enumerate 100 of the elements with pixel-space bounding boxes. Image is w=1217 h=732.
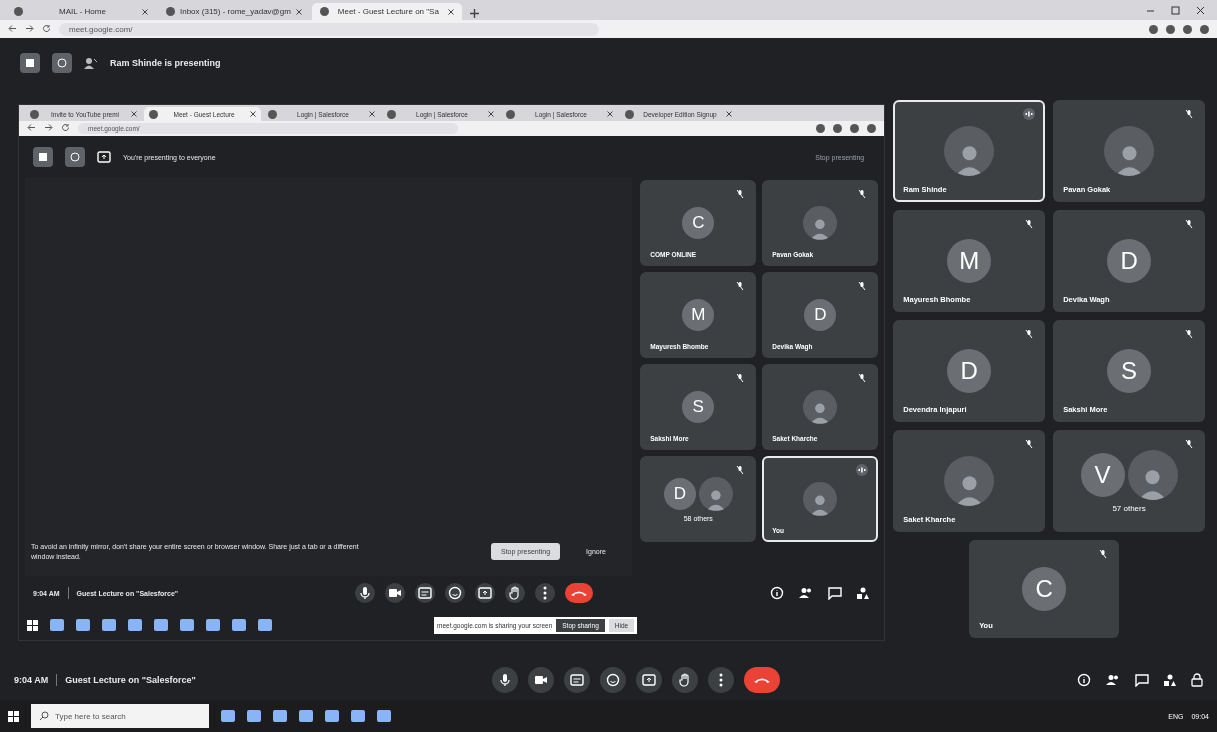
chat-button[interactable] bbox=[1135, 673, 1149, 687]
microphone-icon bbox=[359, 586, 372, 600]
captions-button[interactable] bbox=[564, 667, 591, 693]
emoji-icon bbox=[606, 673, 621, 687]
new-tab-icon bbox=[469, 9, 479, 18]
profile-photo-placeholder bbox=[803, 482, 838, 516]
avatar-initial: S bbox=[1107, 349, 1152, 393]
raise-hand-button[interactable] bbox=[672, 667, 699, 693]
close-button[interactable] bbox=[1196, 5, 1205, 15]
layout-icon bbox=[25, 58, 35, 68]
activities-icon bbox=[1163, 673, 1177, 687]
browser-tab[interactable]: Inbox (315) - rome_yadav@gm bbox=[158, 3, 310, 20]
tab-favicon bbox=[268, 109, 277, 119]
layout-button[interactable] bbox=[20, 53, 40, 73]
pin-button[interactable] bbox=[52, 53, 72, 73]
reload-button[interactable] bbox=[61, 123, 70, 134]
profile-photo-placeholder bbox=[698, 476, 733, 511]
forward-icon bbox=[25, 23, 34, 33]
captions-icon bbox=[418, 587, 433, 599]
camera-button[interactable] bbox=[528, 667, 555, 693]
reload-button[interactable] bbox=[42, 23, 51, 35]
reload-icon bbox=[42, 23, 51, 33]
profile-photo-placeholder bbox=[1104, 126, 1155, 176]
meeting-details-button[interactable] bbox=[1077, 673, 1091, 687]
maximize-button[interactable] bbox=[1171, 5, 1180, 15]
meeting-title: Guest Lecture on "Salesforce" bbox=[65, 675, 196, 685]
more-options-icon bbox=[543, 586, 548, 600]
people-button[interactable] bbox=[1105, 674, 1121, 686]
windows-logo-icon bbox=[27, 619, 38, 631]
forward-icon bbox=[44, 123, 53, 132]
profile-photo-placeholder bbox=[803, 390, 838, 424]
more-options-icon bbox=[719, 673, 724, 687]
camera-icon bbox=[388, 588, 403, 598]
back-icon bbox=[27, 123, 36, 132]
microphone-button[interactable] bbox=[355, 583, 376, 603]
meeting-time: 9:04 AM bbox=[14, 675, 49, 685]
present-button[interactable] bbox=[636, 667, 663, 693]
meeting-details-icon bbox=[1077, 673, 1091, 687]
activities-button[interactable] bbox=[856, 586, 871, 600]
start-button[interactable] bbox=[27, 619, 38, 631]
meeting-details-button[interactable] bbox=[770, 586, 785, 600]
leave-call-button[interactable] bbox=[744, 667, 781, 693]
profile-photo-placeholder bbox=[944, 126, 995, 176]
raise-hand-icon bbox=[679, 673, 692, 687]
close-icon[interactable] bbox=[250, 111, 256, 117]
browser-tab[interactable]: MAIL - Home bbox=[6, 3, 156, 20]
search-field[interactable]: Type here to search bbox=[31, 704, 209, 728]
leave-call-button[interactable] bbox=[565, 583, 594, 603]
close-icon[interactable] bbox=[726, 111, 732, 117]
close-icon[interactable] bbox=[142, 8, 148, 15]
back-button[interactable] bbox=[8, 23, 17, 35]
back-button[interactable] bbox=[27, 123, 36, 134]
forward-button[interactable] bbox=[44, 123, 53, 134]
present-button[interactable] bbox=[475, 583, 496, 603]
avatar-initial: C bbox=[682, 207, 715, 239]
people-icon bbox=[1105, 674, 1121, 686]
layout-button[interactable] bbox=[33, 147, 53, 167]
layout-icon bbox=[38, 152, 48, 162]
avatar-initial: D bbox=[663, 477, 696, 510]
camera-button[interactable] bbox=[385, 583, 406, 603]
captions-button[interactable] bbox=[415, 583, 436, 603]
close-icon[interactable] bbox=[369, 111, 375, 117]
search-placeholder: Type here to search bbox=[55, 711, 126, 721]
start-button[interactable] bbox=[8, 710, 19, 722]
avatar-initial: S bbox=[682, 391, 715, 423]
search-icon bbox=[39, 711, 49, 721]
host-controls-button[interactable] bbox=[1191, 673, 1203, 687]
host-controls-icon bbox=[1191, 673, 1203, 687]
emoji-button[interactable] bbox=[600, 667, 627, 693]
close-icon bbox=[1196, 5, 1205, 15]
close-icon[interactable] bbox=[447, 8, 454, 15]
captions-icon bbox=[570, 674, 585, 686]
forward-button[interactable] bbox=[25, 23, 34, 35]
address-bar[interactable]: meet.google.com/ bbox=[59, 22, 599, 36]
microphone-icon bbox=[499, 673, 512, 687]
close-icon[interactable] bbox=[488, 111, 494, 117]
leave-call-icon bbox=[753, 676, 772, 684]
close-icon[interactable] bbox=[607, 111, 613, 117]
tab-favicon bbox=[166, 7, 175, 16]
raise-hand-button[interactable] bbox=[505, 583, 526, 603]
present-icon bbox=[642, 674, 657, 686]
tab-favicon bbox=[14, 7, 23, 16]
more-options-button[interactable] bbox=[535, 583, 556, 603]
browser-tab[interactable]: Meet - Guest Lecture on "Sa bbox=[311, 3, 462, 20]
emoji-button[interactable] bbox=[445, 583, 466, 603]
tab-favicon bbox=[149, 109, 158, 119]
present-icon bbox=[97, 151, 111, 163]
maximize-icon bbox=[1171, 5, 1180, 15]
chat-icon bbox=[828, 586, 843, 600]
close-icon[interactable] bbox=[131, 111, 137, 117]
tab-favicon bbox=[625, 109, 634, 119]
pin-button[interactable] bbox=[65, 147, 85, 167]
microphone-button[interactable] bbox=[492, 667, 519, 693]
activities-button[interactable] bbox=[1163, 673, 1177, 687]
chat-button[interactable] bbox=[828, 586, 843, 600]
avatar-initial: D bbox=[804, 299, 837, 331]
tab-favicon bbox=[506, 109, 515, 119]
avatar-initial: C bbox=[1022, 567, 1067, 611]
close-icon[interactable] bbox=[295, 8, 302, 15]
avatar-initial: D bbox=[947, 349, 992, 393]
